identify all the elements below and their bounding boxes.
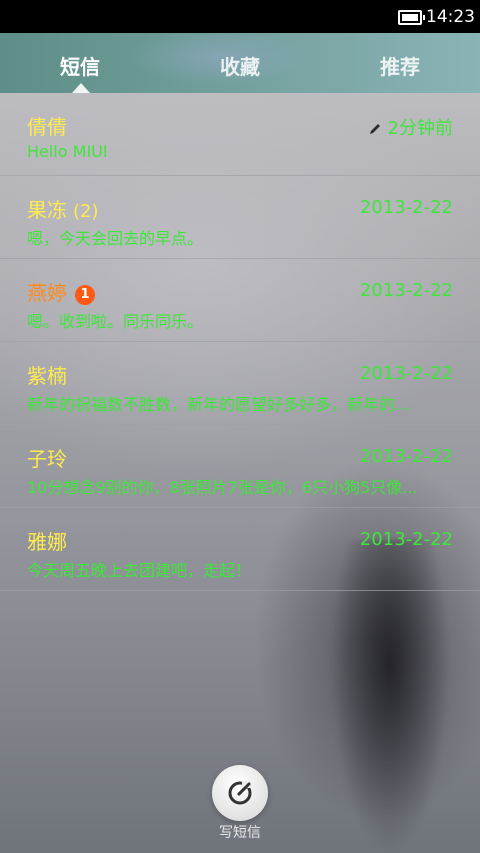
tab-messages[interactable]: 短信 bbox=[20, 51, 140, 80]
contact-name: 子玲 bbox=[27, 447, 67, 471]
contact-name: 紫楠 bbox=[27, 364, 67, 388]
status-time: 14:23 bbox=[426, 7, 475, 27]
message-preview: 今天周五晚上去团建吧，走起！ bbox=[27, 561, 252, 580]
draft-pencil-icon bbox=[369, 124, 380, 134]
message-date: 2013-2-22 bbox=[359, 529, 453, 550]
message-row[interactable]: 子玲 2013-2-22 10分想念9别的你，8张照片7张是你，6只小狗5只像.… bbox=[0, 425, 480, 508]
message-row[interactable]: 雅娜 2013-2-22 今天周五晚上去团建吧，走起！ bbox=[0, 508, 480, 591]
contact-name-text: 燕婷 bbox=[27, 281, 67, 305]
message-row[interactable]: 燕婷 1 2013-2-22 嗯。收到啦。同乐同乐。 bbox=[0, 259, 480, 342]
message-preview: Hello MIUI bbox=[27, 142, 108, 161]
compose-button[interactable] bbox=[212, 765, 268, 821]
contact-name: 果冻 (2) bbox=[27, 194, 99, 223]
battery-icon bbox=[398, 10, 425, 25]
message-preview: 10分想念9别的你，8张照片7张是你，6只小狗5只像... bbox=[27, 478, 418, 497]
contact-name: 倩倩 bbox=[27, 115, 67, 139]
message-preview: 嗯，今天会回去的早点。 bbox=[27, 229, 204, 248]
message-time: 2分钟前 bbox=[368, 114, 453, 140]
status-bar: 14:23 bbox=[0, 0, 480, 33]
message-date: 2013-2-22 bbox=[359, 280, 453, 301]
message-preview: 新年的祝福数不胜数，新年的愿望好多好多，新年的... bbox=[27, 395, 411, 414]
tab-recommended[interactable]: 推荐 bbox=[340, 51, 460, 80]
message-row[interactable]: 紫楠 2013-2-22 新年的祝福数不胜数，新年的愿望好多好多，新年的... bbox=[0, 342, 480, 425]
tab-active-indicator bbox=[72, 83, 90, 93]
contact-name: 燕婷 1 bbox=[27, 277, 95, 306]
contact-name: 雅娜 bbox=[27, 530, 67, 554]
compose-icon bbox=[228, 781, 252, 805]
tab-favorites[interactable]: 收藏 bbox=[180, 51, 300, 80]
message-time-text: 2分钟前 bbox=[387, 118, 453, 139]
message-row[interactable]: 倩倩 2分钟前 Hello MIUI bbox=[0, 93, 480, 176]
message-date: 2013-2-22 bbox=[359, 446, 453, 467]
message-date: 2013-2-22 bbox=[359, 363, 453, 384]
message-date: 2013-2-22 bbox=[359, 197, 453, 218]
contact-name-text: 果冻 bbox=[27, 198, 67, 222]
message-row[interactable]: 果冻 (2) 2013-2-22 嗯，今天会回去的早点。 bbox=[0, 176, 480, 259]
message-preview: 嗯。收到啦。同乐同乐。 bbox=[27, 312, 204, 331]
compose-label: 写短信 bbox=[219, 825, 261, 841]
message-count: (2) bbox=[73, 201, 99, 222]
unread-badge: 1 bbox=[75, 285, 95, 305]
